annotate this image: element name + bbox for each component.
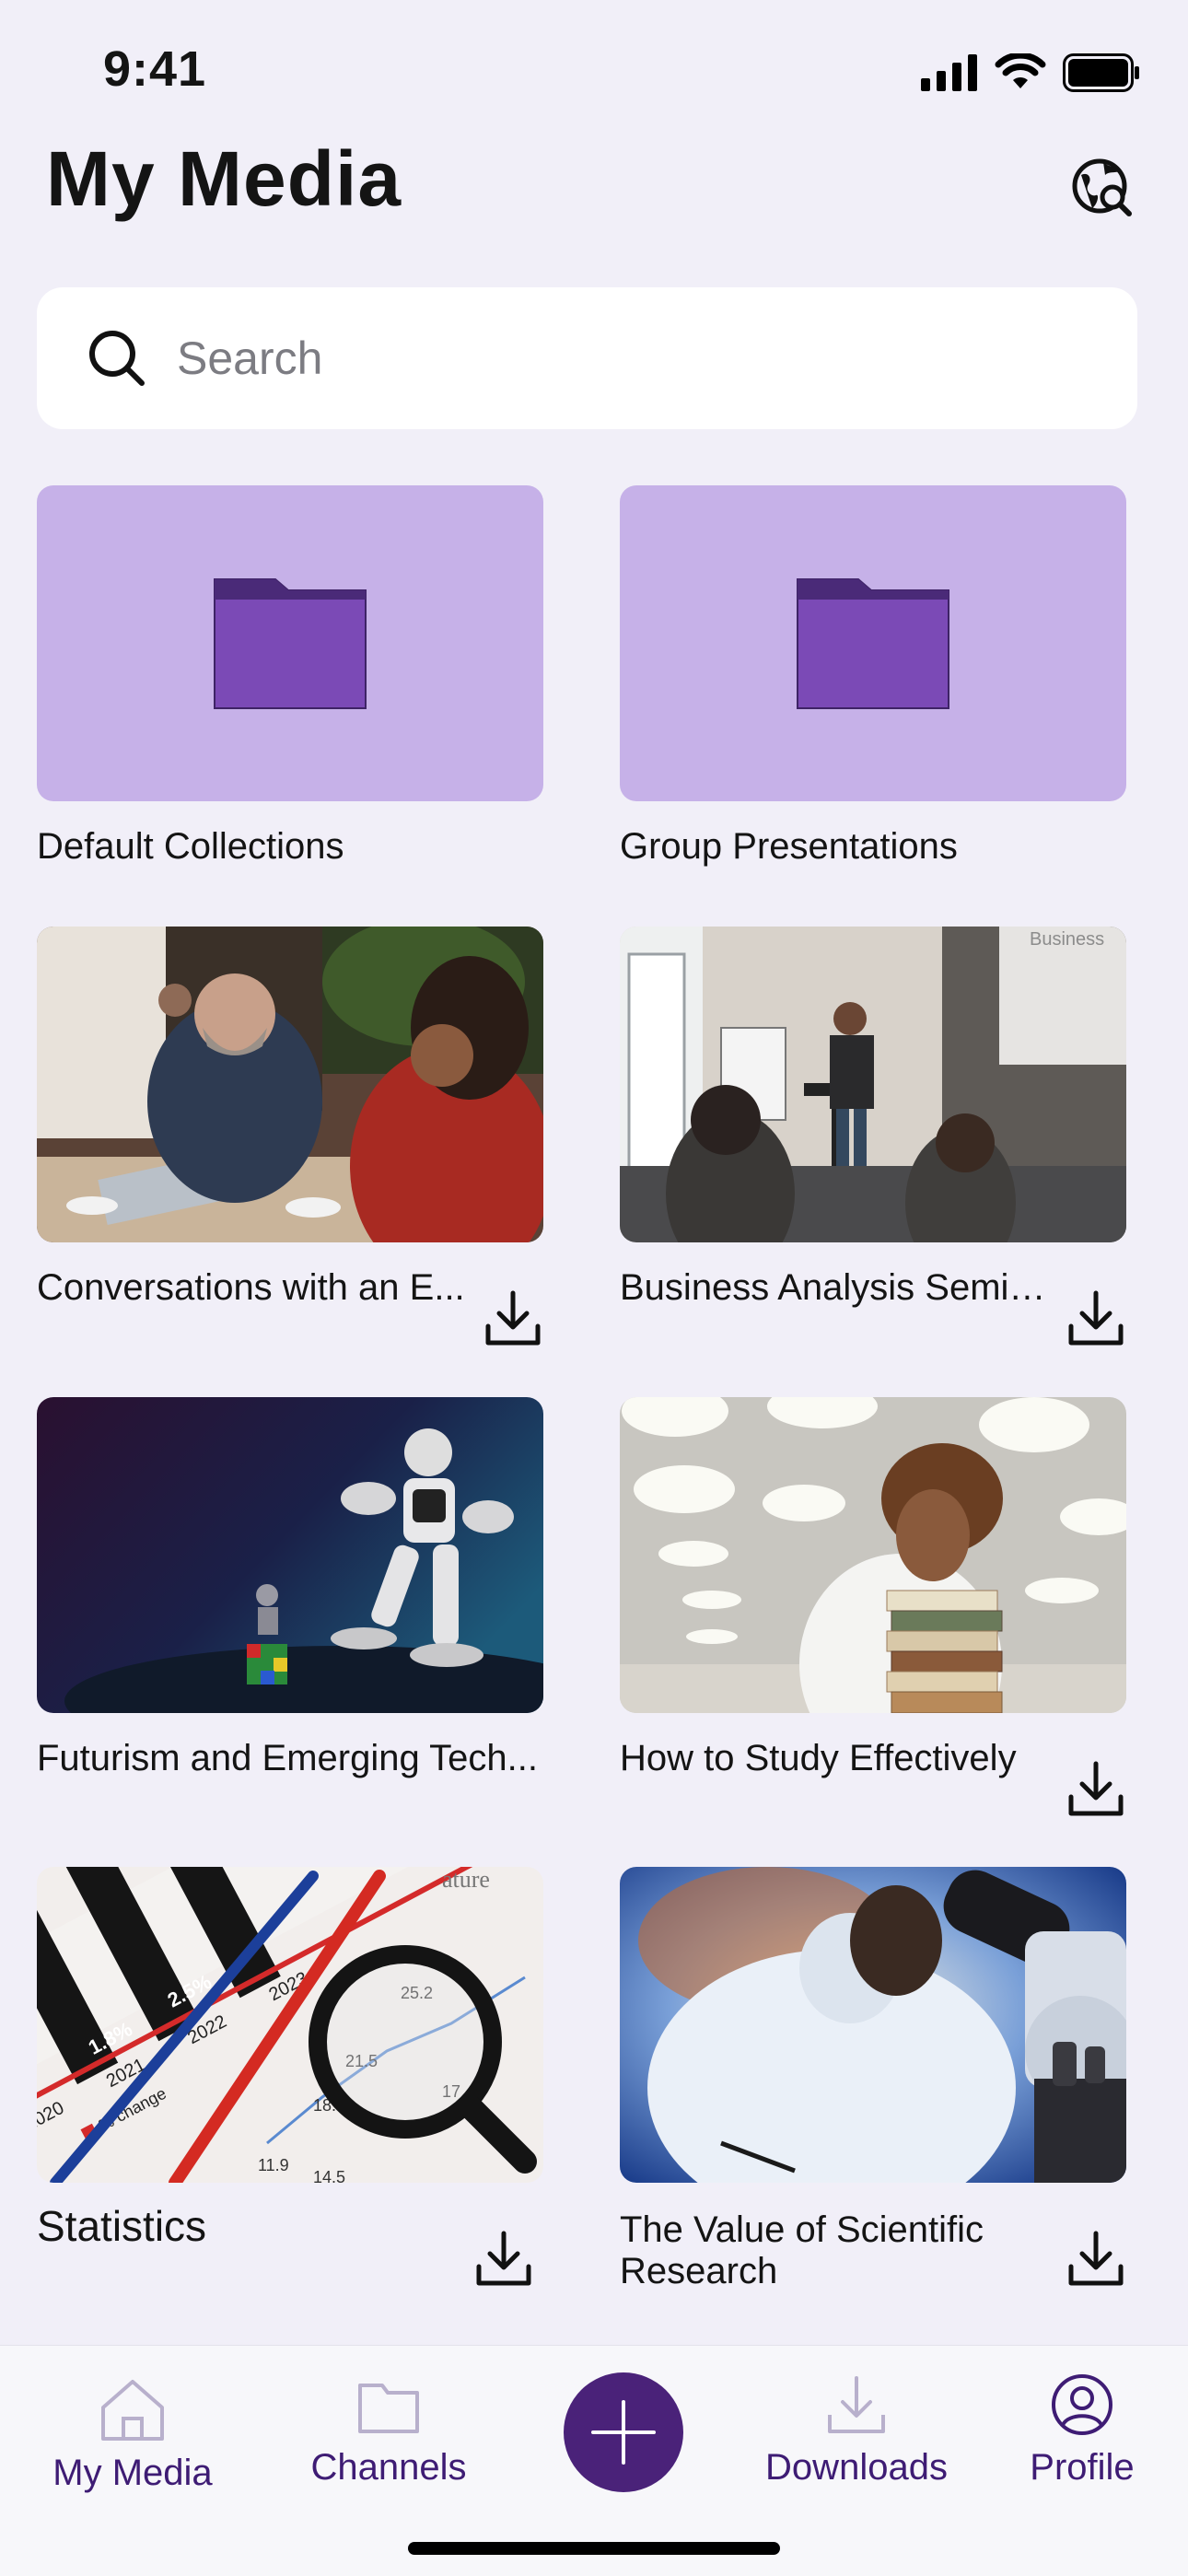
status-time: 9:41 xyxy=(103,41,207,97)
folder-thumbnail xyxy=(37,485,543,801)
collection-card-default[interactable]: Default Collections xyxy=(37,485,543,867)
thumbnail-image: 1.8% 2.5% 2023 2022 2021 2020 % change 1… xyxy=(37,1867,543,2183)
download-icon xyxy=(1068,2231,1124,2286)
chart-label: 14.5 xyxy=(313,2168,345,2183)
home-icon xyxy=(101,2380,164,2441)
download-button[interactable] xyxy=(473,2228,534,2289)
globe-search-icon xyxy=(1072,158,1132,216)
download-button[interactable] xyxy=(1066,1288,1126,1348)
thumbnail-image xyxy=(37,1397,543,1713)
card-title: Futurism and Emerging Tech... xyxy=(37,1738,538,1778)
wifi-icon xyxy=(995,53,1046,88)
media-card-statistics[interactable]: 1.8% 2.5% 2023 2022 2021 2020 % change 1… xyxy=(37,1867,543,2286)
folder-icon xyxy=(797,577,949,709)
media-card-business-analysis[interactable]: Business Business Analysis Seminar xyxy=(620,927,1126,1346)
media-card-scientific-research[interactable]: The Value of Scientific Research xyxy=(620,1867,1126,2291)
search-icon xyxy=(89,331,145,386)
search-bar[interactable] xyxy=(37,287,1137,429)
chart-label: 11.9 xyxy=(258,2156,289,2174)
download-button[interactable] xyxy=(1066,1758,1126,1819)
status-bar: 9:41 xyxy=(0,0,1188,138)
card-title: Conversations with an E... xyxy=(37,1267,465,1308)
page-title: My Media xyxy=(46,135,402,222)
chart-label: ature xyxy=(442,1867,490,1893)
tab-channels[interactable]: Channels xyxy=(297,2376,481,2489)
thumbnail-image: Business xyxy=(620,927,1126,1242)
tab-label: My Media xyxy=(52,2453,213,2493)
folder-outline-icon xyxy=(358,2384,419,2433)
download-button[interactable] xyxy=(483,1288,543,1348)
media-thumbnail: 1.8% 2.5% 2023 2022 2021 2020 % change 1… xyxy=(37,1867,543,2183)
download-icon xyxy=(828,2376,885,2433)
card-title: Statistics xyxy=(37,2203,207,2250)
folder-icon xyxy=(214,577,367,709)
search-input[interactable] xyxy=(175,321,1100,396)
home-indicator xyxy=(408,2542,780,2555)
thumbnail-image xyxy=(620,1397,1126,1713)
seminar-screen-text: Business xyxy=(1030,929,1104,950)
media-card-study-effectively[interactable]: How to Study Effectively xyxy=(620,1397,1126,1816)
media-thumbnail xyxy=(37,927,543,1242)
thumbnail-image xyxy=(620,1867,1126,2183)
thumbnail-image xyxy=(37,927,543,1242)
status-icons xyxy=(921,53,1140,92)
download-icon xyxy=(1068,1761,1124,1816)
download-icon xyxy=(1068,1290,1124,1346)
media-thumbnail xyxy=(620,1867,1126,2183)
download-button[interactable] xyxy=(1066,2228,1126,2289)
tab-downloads[interactable]: Downloads xyxy=(755,2374,958,2489)
add-button[interactable] xyxy=(564,2372,683,2492)
battery-icon xyxy=(1063,53,1139,92)
card-title: Business Analysis Seminar xyxy=(620,1267,1062,1308)
profile-icon xyxy=(1052,2374,1112,2435)
cellular-signal-icon xyxy=(921,54,977,91)
media-card-conversations[interactable]: Conversations with an E... xyxy=(37,927,543,1346)
tab-my-media[interactable]: My Media xyxy=(41,2376,225,2494)
media-thumbnail: Business xyxy=(620,927,1126,1242)
tab-label: Channels xyxy=(310,2447,467,2488)
plus-icon xyxy=(591,2400,656,2465)
card-title: How to Study Effectively xyxy=(620,1738,1017,1778)
media-thumbnail xyxy=(37,1397,543,1713)
tab-label: Downloads xyxy=(765,2447,948,2488)
collection-card-group-presentations[interactable]: Group Presentations xyxy=(620,485,1126,867)
globe-search-button[interactable] xyxy=(1072,157,1135,219)
tab-label: Profile xyxy=(1030,2447,1135,2488)
tab-profile[interactable]: Profile xyxy=(1013,2372,1151,2489)
card-title: Default Collections xyxy=(37,826,344,867)
download-icon xyxy=(485,1290,541,1346)
media-thumbnail xyxy=(620,1397,1126,1713)
folder-thumbnail xyxy=(620,485,1126,801)
card-title: Group Presentations xyxy=(620,826,958,867)
media-card-futurism[interactable]: Futurism and Emerging Tech... xyxy=(37,1397,543,1778)
card-title: The Value of Scientific Research xyxy=(620,2209,984,2291)
download-icon xyxy=(476,2231,531,2286)
